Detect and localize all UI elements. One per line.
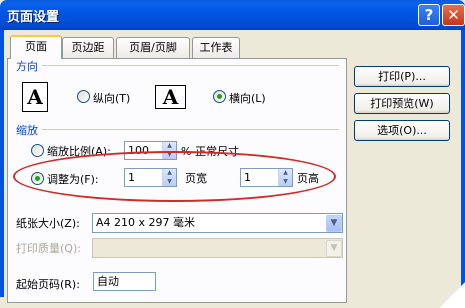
close-icon: ✕ xyxy=(447,6,460,24)
portrait-label[interactable]: 纵向(T) xyxy=(93,90,130,106)
print-preview-button[interactable]: 打印预览(W) xyxy=(354,93,450,114)
landscape-page-icon: A xyxy=(155,85,186,109)
portrait-radio[interactable] xyxy=(77,90,90,103)
corner-decoration xyxy=(440,268,465,308)
highlight-ellipse xyxy=(13,151,336,202)
landscape-label[interactable]: 横向(L) xyxy=(229,90,266,106)
adjust-to-radio[interactable] xyxy=(31,144,44,157)
print-quality-select[interactable] xyxy=(92,238,343,258)
close-button[interactable]: ✕ xyxy=(442,4,465,26)
scaling-group-label: 缩放 xyxy=(16,124,38,137)
chevron-down-icon[interactable]: ▼ xyxy=(326,215,342,232)
paper-size-select[interactable]: A4 210 x 297 毫米 xyxy=(92,213,343,233)
group-divider xyxy=(42,65,339,66)
help-button[interactable]: ? xyxy=(418,4,440,26)
tab-sheet[interactable]: 工作表 xyxy=(192,37,240,58)
tab-margins[interactable]: 页边距 xyxy=(62,37,114,58)
dialog-title: 页面设置 xyxy=(7,10,60,25)
tab-margins-label: 页边距 xyxy=(71,41,105,54)
chevron-down-icon: ▼ xyxy=(326,240,342,257)
tab-sheet-label: 工作表 xyxy=(199,41,233,54)
title-bar: 页面设置 ? ✕ xyxy=(0,0,465,30)
landscape-radio[interactable] xyxy=(213,90,226,103)
print-quality-label: 打印质量(Q): xyxy=(16,242,81,255)
tab-header-footer-label: 页眉/页脚 xyxy=(129,41,177,54)
first-page-input[interactable]: 自动 xyxy=(93,272,156,291)
window-frame-right xyxy=(461,30,465,297)
portrait-page-icon: A xyxy=(22,82,48,112)
first-page-label: 起始页码(R): xyxy=(16,278,80,291)
paper-size-label: 纸张大小(Z): xyxy=(16,217,80,230)
tab-page-label: 页面 xyxy=(25,40,47,53)
tab-page[interactable]: 页面 xyxy=(10,35,62,59)
options-button[interactable]: 选项(O)... xyxy=(354,120,450,141)
orientation-group-label: 方向 xyxy=(16,60,38,73)
tab-header-footer[interactable]: 页眉/页脚 xyxy=(116,37,190,58)
help-icon: ? xyxy=(424,6,434,24)
print-button[interactable]: 打印(P)... xyxy=(354,66,450,87)
radio-selected-dot xyxy=(217,94,222,99)
group-divider xyxy=(42,129,339,130)
spin-up-icon[interactable]: ▲ xyxy=(163,142,176,151)
window-frame-left xyxy=(0,30,4,297)
